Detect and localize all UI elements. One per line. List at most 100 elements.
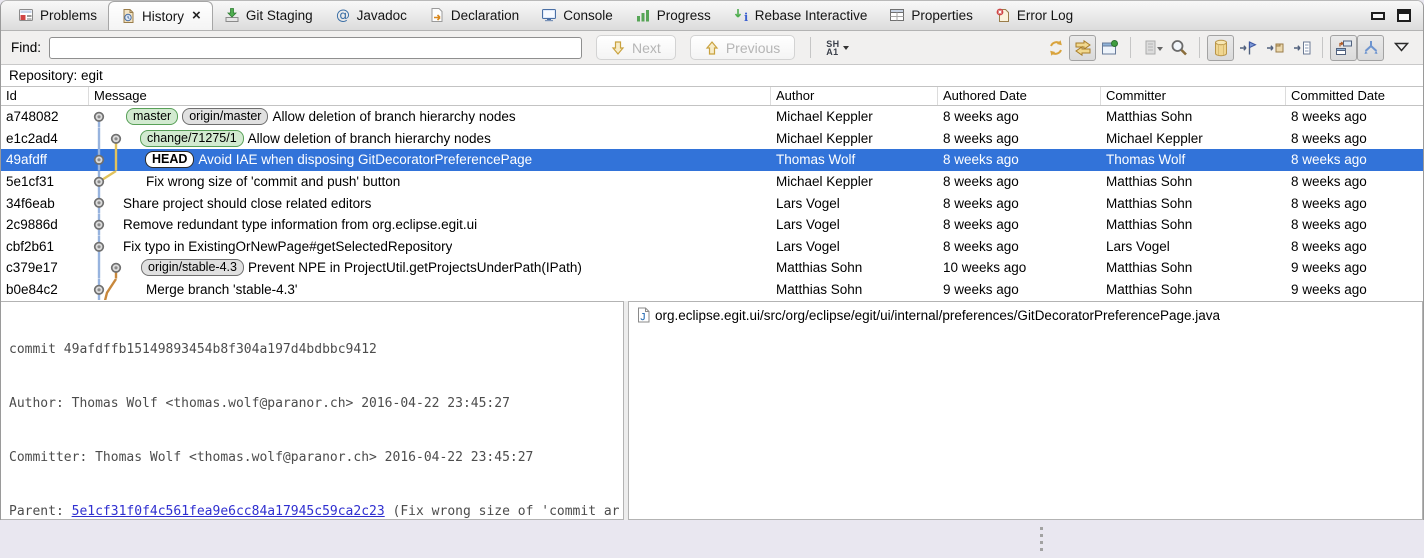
table-row[interactable]: b0e84c2 Merge branch 'stable-4.3' Matthi… xyxy=(1,279,1423,301)
tab-error-log[interactable]: Error Log xyxy=(984,0,1084,30)
sash-handle[interactable] xyxy=(1040,527,1043,551)
head-label[interactable]: HEAD xyxy=(145,151,194,168)
table-row-selected[interactable]: 49afdff HEAD Avoid IAE when disposing Gi… xyxy=(1,149,1423,171)
history-view-window: Problems History × Git Staging @ Javadoc… xyxy=(0,0,1424,520)
table-header: Id Message Author Authored Date Committe… xyxy=(1,86,1423,106)
find-previous-button[interactable]: Previous xyxy=(690,35,795,60)
author: Michael Keppler xyxy=(771,131,938,146)
filter-resource-button[interactable] xyxy=(1288,35,1315,61)
ref-label[interactable]: origin/master xyxy=(182,108,268,125)
open-in-commit-viewer-button[interactable] xyxy=(1096,35,1123,61)
commit-id: 2c9886d xyxy=(1,217,89,232)
window-pin-icon xyxy=(1100,38,1120,58)
tab-properties[interactable]: Properties xyxy=(878,0,984,30)
tab-declaration[interactable]: Declaration xyxy=(418,0,530,30)
close-tab-icon[interactable]: × xyxy=(192,10,201,22)
commit-id: a748082 xyxy=(1,109,89,124)
commit-committer-line: Committer: Thomas Wolf <thomas.wolf@para… xyxy=(9,449,615,467)
refresh-button[interactable] xyxy=(1042,35,1069,61)
tab-git-staging[interactable]: Git Staging xyxy=(213,0,324,30)
commit-id: 49afdff xyxy=(1,152,89,167)
table-row[interactable]: cbf2b61 Fix typo in ExistingOrNewPage#ge… xyxy=(1,236,1423,258)
console-icon xyxy=(541,7,557,23)
separator xyxy=(1322,37,1323,58)
find-input[interactable] xyxy=(49,37,582,59)
show-revision-comment-toggle[interactable] xyxy=(1330,35,1357,61)
minimize-icon[interactable] xyxy=(1371,12,1385,20)
committed-date: 8 weeks ago xyxy=(1286,174,1423,189)
tab-problems[interactable]: Problems xyxy=(7,0,108,30)
author: Lars Vogel xyxy=(771,196,938,211)
compare-mode-toggle[interactable] xyxy=(1069,35,1096,61)
table-row[interactable]: 34f6eab Share project should close relat… xyxy=(1,192,1423,214)
commit-graph xyxy=(89,128,123,150)
tab-rebase-interactive[interactable]: i Rebase Interactive xyxy=(722,0,879,30)
arrow-down-icon xyxy=(611,41,625,55)
commit-message: Avoid IAE when disposing GitDecoratorPre… xyxy=(198,152,532,167)
author: Lars Vogel xyxy=(771,217,938,232)
find-next-button[interactable]: Next xyxy=(596,35,676,60)
column-header-id[interactable]: Id xyxy=(1,87,89,105)
committed-date: 8 weeks ago xyxy=(1286,109,1423,124)
table-row[interactable]: a748082 master origin/master Allow delet… xyxy=(1,106,1423,128)
history-toolbar-icons xyxy=(1042,35,1413,61)
parent-prefix: Parent: xyxy=(9,504,72,519)
tab-javadoc[interactable]: @ Javadoc xyxy=(324,0,418,30)
find-label: Find: xyxy=(11,40,41,55)
parent-hash-link[interactable]: 5e1cf31f0f4c561fea9e6cc84a17945c59ca2c23 xyxy=(72,504,385,519)
show-all-branches-toggle[interactable] xyxy=(1207,35,1234,61)
committed-date: 8 weeks ago xyxy=(1286,131,1423,146)
ref-label[interactable]: origin/stable-4.3 xyxy=(141,259,244,276)
tab-console[interactable]: Console xyxy=(530,0,624,30)
tab-label: Rebase Interactive xyxy=(755,8,868,23)
show-revision-details-toggle[interactable] xyxy=(1357,35,1384,61)
column-header-committer[interactable]: Committer xyxy=(1101,87,1286,105)
git-staging-icon xyxy=(224,7,240,23)
search-scope-dropdown[interactable]: SH A1 xyxy=(826,40,849,56)
column-header-authored-date[interactable]: Authored Date xyxy=(938,87,1101,105)
properties-icon xyxy=(889,7,905,23)
commit-message: Remove redundant type information from o… xyxy=(123,217,477,232)
create-patch-button[interactable] xyxy=(1138,35,1165,61)
table-row[interactable]: 2c9886d Remove redundant type informatio… xyxy=(1,214,1423,236)
parent-suffix: (Fix wrong size of 'commit ar xyxy=(385,504,620,519)
author: Michael Keppler xyxy=(771,109,938,124)
commit-graph xyxy=(89,279,123,301)
changed-files-pane: org.eclipse.egit.ui/src/org/eclipse/egit… xyxy=(628,301,1423,520)
committed-date: 8 weeks ago xyxy=(1286,196,1423,211)
barrel-icon xyxy=(1211,38,1231,58)
view-menu-chevron-icon xyxy=(1394,42,1409,52)
filter-repository-button[interactable] xyxy=(1234,35,1261,61)
find-toolbar: Find: Next Previous SH A1 xyxy=(1,31,1423,65)
authored-date: 8 weeks ago xyxy=(938,239,1101,254)
tab-progress[interactable]: Progress xyxy=(624,0,722,30)
maximize-icon[interactable] xyxy=(1397,9,1411,22)
column-header-author[interactable]: Author xyxy=(771,87,938,105)
committed-date: 9 weeks ago xyxy=(1286,282,1423,297)
ref-label[interactable]: change/71275/1 xyxy=(140,130,244,147)
authored-date: 10 weeks ago xyxy=(938,260,1101,275)
progress-icon xyxy=(635,7,651,23)
rebase-interactive-icon: i xyxy=(733,7,749,23)
ref-label[interactable]: master xyxy=(126,108,178,125)
changed-file-item[interactable]: org.eclipse.egit.ui/src/org/eclipse/egit… xyxy=(629,302,1422,328)
column-header-message[interactable]: Message xyxy=(89,87,771,105)
tab-history[interactable]: History × xyxy=(108,1,213,30)
find-next-label: Next xyxy=(632,40,661,56)
commit-id: b0e84c2 xyxy=(1,282,89,297)
committer: Matthias Sohn xyxy=(1101,196,1286,211)
search-button[interactable] xyxy=(1165,35,1192,61)
table-row[interactable]: e1c2ad4 change/71275/1 Allow deletion of… xyxy=(1,128,1423,150)
declaration-icon xyxy=(429,7,445,23)
commit-author-line: Author: Thomas Wolf <thomas.wolf@paranor… xyxy=(9,395,615,413)
svg-text:@: @ xyxy=(336,8,350,24)
committer: Michael Keppler xyxy=(1101,131,1286,146)
repository-label: Repository: egit xyxy=(1,65,1423,86)
svg-text:i: i xyxy=(744,11,748,23)
view-menu-button[interactable] xyxy=(1394,39,1409,57)
filter-project-button[interactable] xyxy=(1261,35,1288,61)
author: Thomas Wolf xyxy=(771,152,938,167)
column-header-committed-date[interactable]: Committed Date xyxy=(1286,87,1423,105)
table-row[interactable]: c379e17 origin/stable-4.3 Prevent NPE in… xyxy=(1,257,1423,279)
table-row[interactable]: 5e1cf31 Fix wrong size of 'commit and pu… xyxy=(1,171,1423,193)
